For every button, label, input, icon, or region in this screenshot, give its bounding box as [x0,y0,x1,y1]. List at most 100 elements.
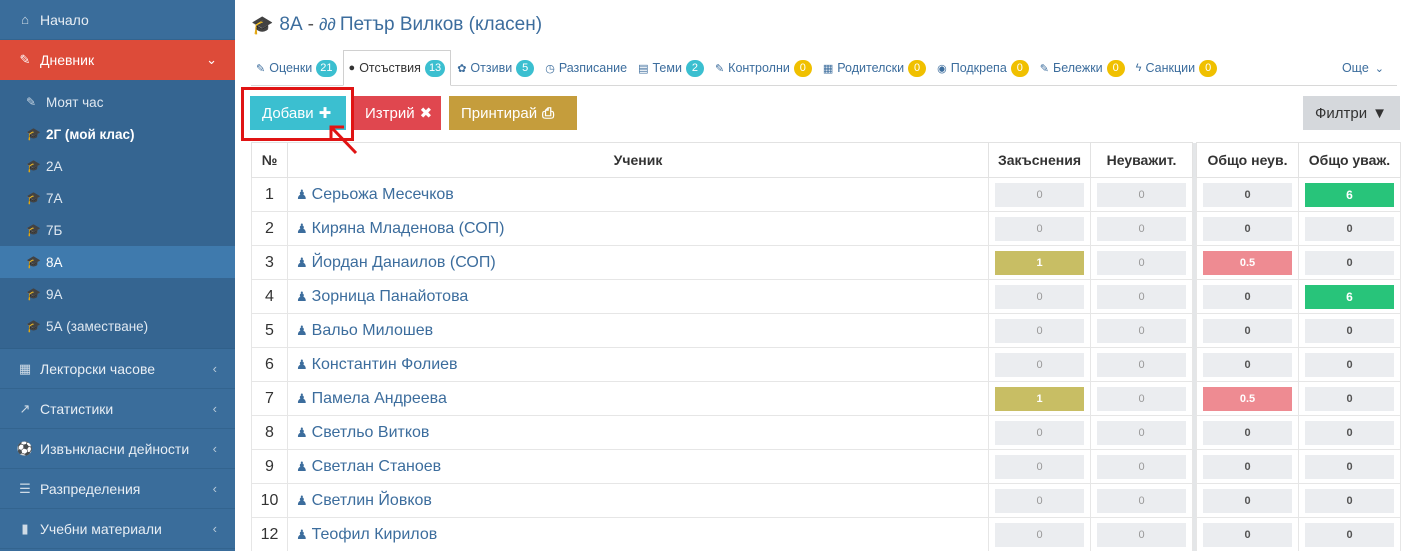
student-name-link[interactable]: Светлин Йовков [312,492,432,509]
total-excused-value-cell: 6 [1298,279,1401,314]
student-name-link[interactable]: Константин Фолиев [312,356,458,373]
total-unexcused-value[interactable]: 0.5 [1203,386,1292,411]
tab-more[interactable]: Още ⌄ [1337,51,1396,85]
late-value[interactable]: 1 [995,386,1084,411]
unexcused-value[interactable]: 0 [1097,182,1186,207]
total-excused-value[interactable]: 0 [1305,352,1394,377]
sidebar-subitem-class-7a[interactable]: 🎓 7А [0,182,235,214]
total-excused-value[interactable]: 0 [1305,318,1394,343]
row-number: 9 [251,449,288,484]
total-excused-value[interactable]: 6 [1305,182,1394,207]
tab-label: Подкрепа [950,61,1007,75]
total-excused-value[interactable]: 0 [1305,250,1394,275]
sidebar-item-extracurricular[interactable]: ⚽ Извънкласни дейности ‹ [0,429,235,469]
unexcused-value[interactable]: 0 [1097,522,1186,547]
tab-schedule[interactable]: ◷ Разписание [540,51,632,85]
unexcused-value[interactable]: 0 [1097,250,1186,275]
unexcused-value-cell: 0 [1090,211,1193,246]
tab-feedback[interactable]: ✿ Отзиви 5 [452,51,539,85]
total-excused-value[interactable]: 0 [1305,216,1394,241]
total-unexcused-value[interactable]: 0.5 [1203,250,1292,275]
sidebar-item-diary[interactable]: ✎ Дневник ⌄ [0,40,235,80]
sidebar-item-materials[interactable]: ▮ Учебни материали ‹ [0,509,235,549]
tab-absences[interactable]: ● Отсъствия 13 [342,50,452,86]
tab-count-badge: 13 [424,59,446,77]
total-unexcused-value[interactable]: 0 [1203,454,1292,479]
unexcused-value[interactable]: 0 [1097,420,1186,445]
total-unexcused-value-cell: 0.5 [1196,245,1299,280]
tab-parents[interactable]: ▦ Родителски 0 [818,51,931,85]
tab-topics[interactable]: ▤ Теми 2 [633,51,709,85]
sidebar-item-home[interactable]: ⌂ Начало [0,0,235,40]
student-icon: ♟ [296,424,308,440]
total-unexcused-value[interactable]: 0 [1203,284,1292,309]
late-value[interactable]: 0 [995,454,1084,479]
filters-button[interactable]: Филтри ▼ [1303,96,1400,130]
total-excused-value[interactable]: 0 [1305,454,1394,479]
total-unexcused-value[interactable]: 0 [1203,522,1292,547]
late-value[interactable]: 0 [995,352,1084,377]
late-value[interactable]: 0 [995,216,1084,241]
total-unexcused-value[interactable]: 0 [1203,420,1292,445]
student-name-link[interactable]: Зорница Панайотова [312,288,469,305]
table-row: 2 ♟ Киряна Младенова (СОП) 0 0 0 0 [251,211,1401,246]
sidebar-subitem-class-9a[interactable]: 🎓 9А [0,278,235,310]
row-number: 5 [251,313,288,348]
sidebar-subitem-class-7b[interactable]: 🎓 7Б [0,214,235,246]
total-unexcused-value-cell: 0.5 [1196,381,1299,416]
sidebar-item-distributions[interactable]: ☰ Разпределения ‹ [0,469,235,509]
tab-tests[interactable]: ✎ Контролни 0 [710,51,817,85]
total-unexcused-value[interactable]: 0 [1203,352,1292,377]
add-button[interactable]: Добави ✚ [250,96,346,130]
student-name-link[interactable]: Йордан Данаилов (СОП) [312,254,496,271]
student-name-link[interactable]: Памела Андреева [312,390,447,407]
student-cell: ♟ Памела Андреева [287,381,989,416]
student-name-link[interactable]: Вальо Милошев [312,322,434,339]
unexcused-value[interactable]: 0 [1097,216,1186,241]
sidebar-item-stats[interactable]: ↗ Статистики ‹ [0,389,235,429]
sidebar-item-label: Начало [40,11,89,28]
unexcused-value[interactable]: 0 [1097,318,1186,343]
unexcused-value[interactable]: 0 [1097,284,1186,309]
sidebar-subitem-class-2a[interactable]: 🎓 2А [0,150,235,182]
unexcused-value[interactable]: 0 [1097,352,1186,377]
tab-support[interactable]: ◉ Подкрепа 0 [932,51,1034,85]
total-excused-value[interactable]: 0 [1305,522,1394,547]
unexcused-value[interactable]: 0 [1097,488,1186,513]
student-name-link[interactable]: Теофил Кирилов [312,526,438,543]
delete-button[interactable]: Изтрий ✖ [353,96,441,130]
print-button[interactable]: Принтирай ⎙ [449,96,577,130]
late-value[interactable]: 0 [995,182,1084,207]
tab-sanctions[interactable]: ϟ Санкции 0 [1131,51,1222,85]
student-name-link[interactable]: Серьожа Месечков [312,186,454,203]
sidebar-item-lectures[interactable]: ▦ Лекторски часове ‹ [0,349,235,389]
late-value[interactable]: 0 [995,420,1084,445]
late-value[interactable]: 1 [995,250,1084,275]
total-excused-value[interactable]: 0 [1305,386,1394,411]
total-unexcused-value[interactable]: 0 [1203,182,1292,207]
total-excused-value[interactable]: 6 [1305,284,1394,309]
total-excused-value[interactable]: 0 [1305,420,1394,445]
total-unexcused-value[interactable]: 0 [1203,216,1292,241]
total-unexcused-value[interactable]: 0 [1203,488,1292,513]
late-value[interactable]: 0 [995,284,1084,309]
sidebar-subitem-class-2g[interactable]: 🎓 2Г (мой клас) [0,118,235,150]
student-name-link[interactable]: Светльо Витков [312,424,430,441]
late-value[interactable]: 0 [995,318,1084,343]
tab-grades[interactable]: ✎ Оценки 21 [251,51,342,85]
unexcused-value[interactable]: 0 [1097,454,1186,479]
unexcused-value[interactable]: 0 [1097,386,1186,411]
student-name-link[interactable]: Светлан Станоев [312,458,441,475]
sidebar-subitem-class-5a-substitute[interactable]: 🎓 5А (заместване) [0,310,235,342]
late-value[interactable]: 0 [995,488,1084,513]
sidebar-subitem-class-8a[interactable]: 🎓 8А [0,246,235,278]
total-unexcused-value-cell: 0 [1196,177,1299,212]
late-value[interactable]: 0 [995,522,1084,547]
student-cell: ♟ Йордан Данаилов (СОП) [287,245,989,280]
total-unexcused-value[interactable]: 0 [1203,318,1292,343]
student-name-link[interactable]: Киряна Младенова (СОП) [312,220,505,237]
teacher-name[interactable]: Петър Вилков (класен) [340,14,542,36]
tab-notes[interactable]: ✎ Бележки 0 [1035,51,1130,85]
sidebar-subitem-my-hour[interactable]: ✎ Моят час [0,86,235,118]
total-excused-value[interactable]: 0 [1305,488,1394,513]
